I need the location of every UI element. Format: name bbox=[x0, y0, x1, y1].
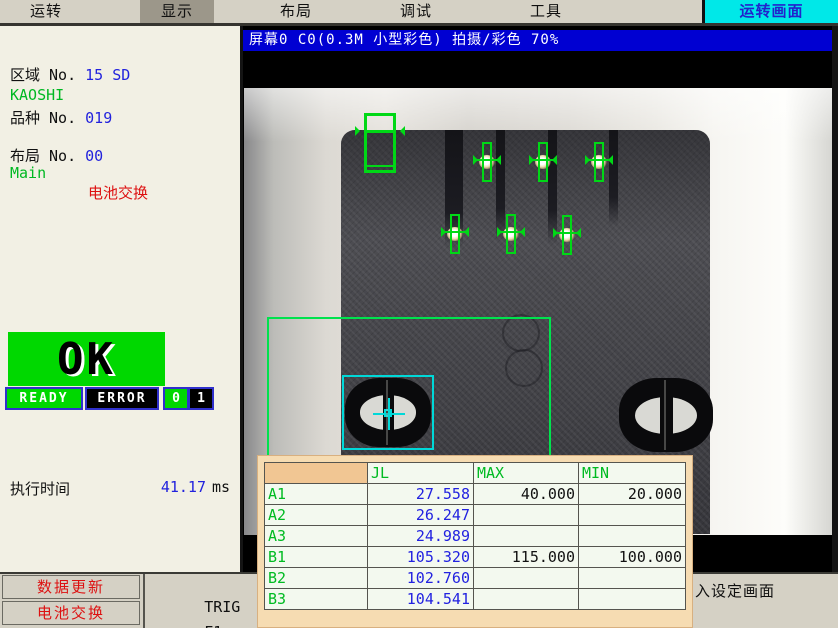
menu-item-layout[interactable]: 布局 bbox=[280, 0, 312, 23]
goto-setting-label: 入设定画面 bbox=[695, 580, 775, 601]
max-limit: 115.000 bbox=[474, 547, 579, 568]
region-name: KAOSHI bbox=[10, 86, 64, 104]
measure-marker-icon bbox=[482, 142, 492, 182]
table-row: A3 24.989 bbox=[265, 526, 686, 547]
column-header: MIN bbox=[579, 463, 686, 484]
column-header: MAX bbox=[474, 463, 579, 484]
menu-item-display[interactable]: 显示 bbox=[140, 0, 214, 23]
min-limit bbox=[579, 505, 686, 526]
part-slot bbox=[496, 130, 505, 242]
measurement-table-panel: JL MAX MIN A1 27.558 40.000 20.000 A2 26… bbox=[257, 455, 693, 628]
bit0-indicator: 0 bbox=[163, 387, 189, 410]
bottom-bar-divider bbox=[143, 574, 145, 628]
measured-value: 102.760 bbox=[368, 568, 474, 589]
menu-item-tools[interactable]: 工具 bbox=[530, 0, 562, 23]
row-label: A3 bbox=[265, 526, 368, 547]
measured-value: 27.558 bbox=[368, 484, 474, 505]
product-value: 019 bbox=[85, 109, 112, 127]
product-label: 品种 No. bbox=[10, 109, 76, 127]
measure-marker-icon bbox=[562, 215, 572, 255]
table-row: B2 102.760 bbox=[265, 568, 686, 589]
camera-header-bar: 屏幕0 C0(0.3M 小型彩色) 拍摄/彩色 70% bbox=[243, 30, 832, 51]
exec-time-row: 执行时间 41.17 ms bbox=[10, 478, 70, 499]
right-screw-feature bbox=[619, 378, 713, 452]
exec-time-label: 执行时间 bbox=[10, 480, 70, 498]
measured-value: 104.541 bbox=[368, 589, 474, 610]
measure-marker-icon bbox=[594, 142, 604, 182]
min-limit: 100.000 bbox=[579, 547, 686, 568]
layout-label: 布局 No. bbox=[10, 147, 76, 165]
ready-indicator: READY bbox=[5, 387, 83, 410]
row-label: B2 bbox=[265, 568, 368, 589]
table-corner-cell bbox=[265, 463, 368, 484]
layout-value: 00 bbox=[85, 147, 103, 165]
max-limit bbox=[474, 505, 579, 526]
min-limit bbox=[579, 526, 686, 547]
edge-marker-icon bbox=[364, 113, 396, 173]
judge-result-box: OK bbox=[8, 332, 165, 386]
battery-alert-text: 电池交换 bbox=[88, 182, 148, 203]
measured-value: 26.247 bbox=[368, 505, 474, 526]
region-value: 15 SD bbox=[85, 66, 130, 84]
crosshair-icon bbox=[373, 398, 405, 430]
row-label: B3 bbox=[265, 589, 368, 610]
min-limit bbox=[579, 568, 686, 589]
menubar: 运转 显示 布局 调试 工具 运转画面 bbox=[0, 0, 838, 26]
max-limit: 40.000 bbox=[474, 484, 579, 505]
table-header-row: JL MAX MIN bbox=[265, 463, 686, 484]
row-label: A2 bbox=[265, 505, 368, 526]
layout-row: 布局 No. 00 bbox=[10, 145, 103, 166]
judge-result-text: OK bbox=[57, 334, 116, 385]
measured-value: 105.320 bbox=[368, 547, 474, 568]
column-header: JL bbox=[368, 463, 474, 484]
part-slot bbox=[609, 130, 618, 226]
table-row: B1 105.320 115.000 100.000 bbox=[265, 547, 686, 568]
f1-key-label: F1 bbox=[204, 623, 258, 628]
error-indicator: ERROR bbox=[85, 387, 159, 410]
data-update-button[interactable]: 数据更新 bbox=[2, 575, 140, 599]
layout-name: Main bbox=[10, 164, 46, 182]
current-screen-badge: 运转画面 bbox=[702, 0, 838, 23]
status-panel: 区域 No. 15 SD KAOSHI 品种 No. 019 布局 No. 00… bbox=[0, 26, 240, 572]
exec-time-unit: ms bbox=[212, 478, 230, 496]
row-label: B1 bbox=[265, 547, 368, 568]
max-limit bbox=[474, 589, 579, 610]
row-label: A1 bbox=[265, 484, 368, 505]
product-row: 品种 No. 019 bbox=[10, 107, 112, 128]
max-limit bbox=[474, 526, 579, 547]
measured-value: 24.989 bbox=[368, 526, 474, 547]
part-top-shade bbox=[341, 130, 710, 240]
menu-item-debug[interactable]: 调试 bbox=[400, 0, 432, 23]
table-row: B3 104.541 bbox=[265, 589, 686, 610]
measure-marker-icon bbox=[506, 214, 516, 254]
min-limit: 20.000 bbox=[579, 484, 686, 505]
bit1-indicator: 1 bbox=[188, 387, 214, 410]
menu-item-run[interactable]: 运转 bbox=[30, 0, 62, 23]
table-row: A1 27.558 40.000 20.000 bbox=[265, 484, 686, 505]
measure-marker-icon bbox=[450, 214, 460, 254]
measure-marker-icon bbox=[538, 142, 548, 182]
max-limit bbox=[474, 568, 579, 589]
region-row: 区域 No. 15 SD bbox=[10, 64, 130, 85]
min-limit bbox=[579, 589, 686, 610]
region-label: 区域 No. bbox=[10, 66, 76, 84]
measurement-table: JL MAX MIN A1 27.558 40.000 20.000 A2 26… bbox=[264, 462, 686, 610]
battery-replace-button[interactable]: 电池交换 bbox=[2, 601, 140, 625]
table-row: A2 26.247 bbox=[265, 505, 686, 526]
vision-system-screen: 运转 显示 布局 调试 工具 运转画面 区域 No. 15 SD KAOSHI … bbox=[0, 0, 838, 628]
exec-time-value: 41.17 bbox=[150, 478, 206, 496]
